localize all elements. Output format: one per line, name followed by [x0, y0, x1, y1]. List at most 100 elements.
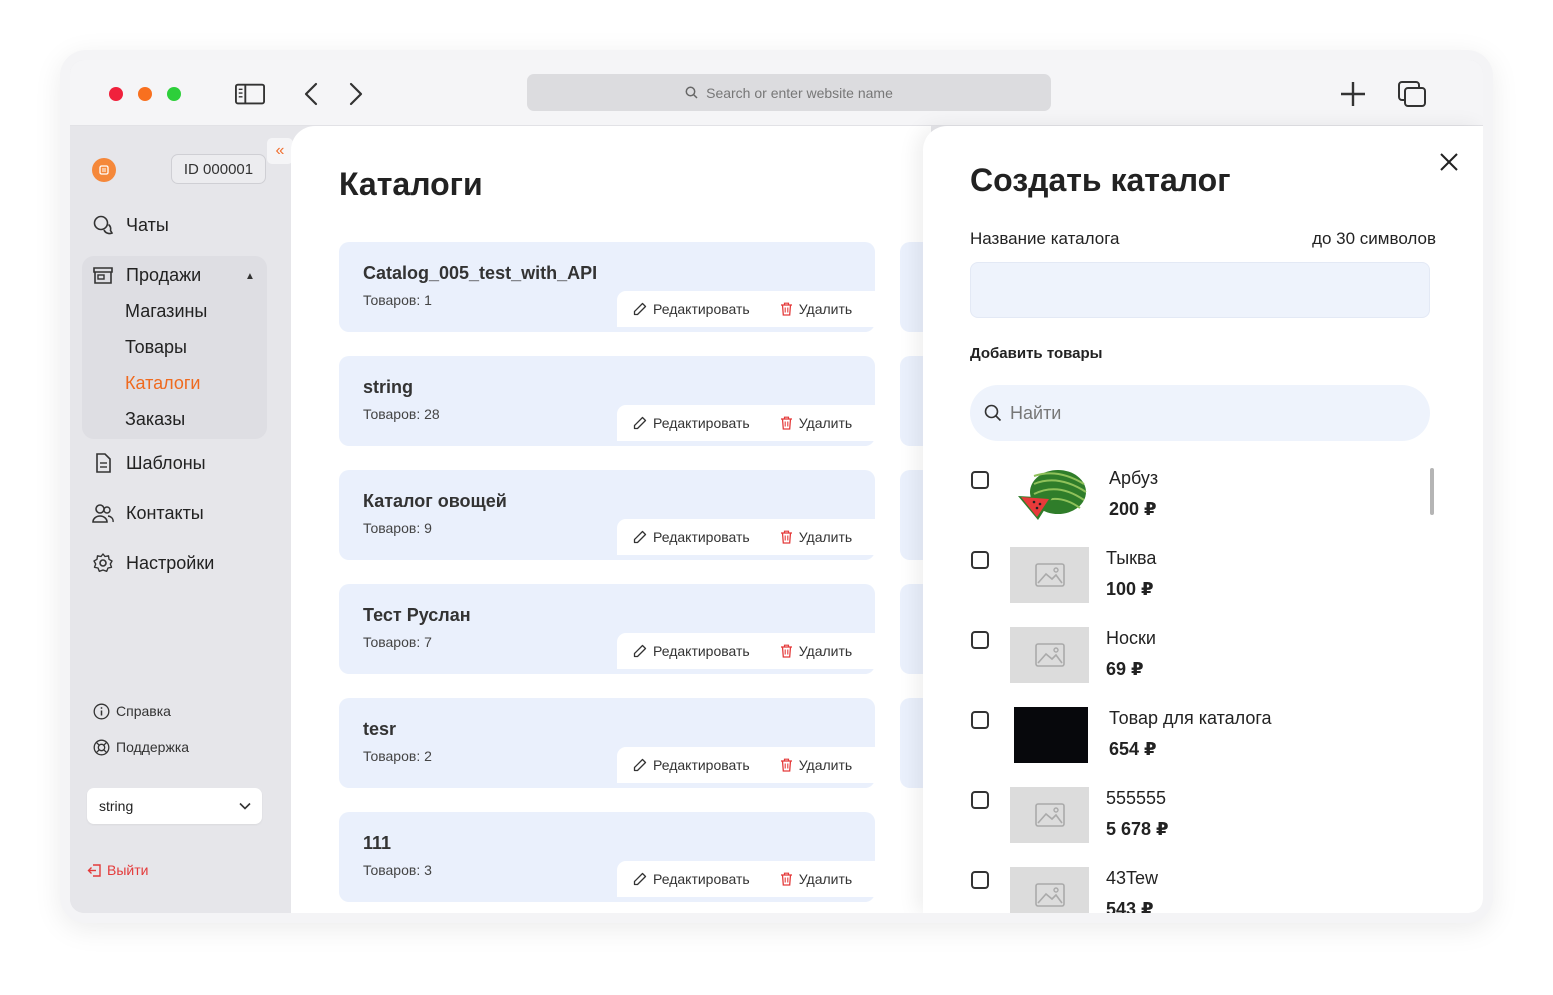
nav-settings[interactable]: Настройки: [92, 552, 214, 574]
edit-label: Редактировать: [653, 529, 750, 545]
account-id-badge: ID 000001: [171, 154, 266, 184]
nav-chats[interactable]: Чаты: [92, 214, 169, 236]
logout-label: Выйти: [107, 862, 149, 878]
nav-sales-label: Продажи: [126, 264, 202, 285]
chat-icon: [92, 214, 114, 236]
product-checkbox[interactable]: [971, 871, 989, 889]
product-name: Носки: [1106, 628, 1156, 648]
caret-up-icon[interactable]: ▲: [245, 271, 255, 282]
logout-button[interactable]: Выйти: [87, 862, 148, 878]
catalog-card[interactable]: Тест Руслан Товаров: 7 Редактировать Уда…: [339, 584, 875, 674]
watermelon-image: [1010, 467, 1089, 523]
catalog-actions: Редактировать Удалить: [617, 405, 875, 441]
collapse-sidebar-button[interactable]: «: [267, 138, 293, 164]
product-price: 543 ₽: [1106, 899, 1154, 913]
delete-button[interactable]: Удалить: [780, 301, 852, 317]
product-row[interactable]: Тыква 100 ₽: [970, 547, 1430, 617]
product-row[interactable]: 555555 5 678 ₽: [970, 787, 1430, 857]
catalogs-page: Каталоги Catalog_005_test_with_API Товар…: [291, 126, 931, 913]
catalog-card[interactable]: Catalog_005_test_with_API Товаров: 1 Ред…: [339, 242, 875, 332]
edit-button[interactable]: Редактировать: [633, 529, 750, 545]
edit-button[interactable]: Редактировать: [633, 871, 750, 887]
edit-button[interactable]: Редактировать: [633, 757, 750, 773]
product-checkbox[interactable]: [971, 471, 989, 489]
product-checkbox[interactable]: [971, 791, 989, 809]
catalog-name-label: Название каталога: [970, 229, 1120, 248]
store-icon: [92, 264, 114, 286]
delete-button[interactable]: Удалить: [780, 643, 852, 659]
workspace-select-value: string: [99, 798, 134, 814]
sidebar: ID 000001 « Чаты Продажи ▲ Магазины Това…: [70, 126, 293, 913]
catalog-actions: Редактировать Удалить: [617, 633, 875, 669]
minimize-window-button[interactable]: [138, 87, 152, 101]
new-tab-plus-icon[interactable]: [1338, 80, 1368, 108]
support-link[interactable]: Поддержка: [92, 738, 189, 756]
product-checkbox[interactable]: [971, 711, 989, 729]
edit-button[interactable]: Редактировать: [633, 415, 750, 431]
product-name: Тыква: [1106, 548, 1157, 568]
dark-image: [1014, 707, 1088, 763]
product-row[interactable]: Носки 69 ₽: [970, 627, 1430, 697]
back-arrow-icon[interactable]: [296, 80, 326, 108]
product-checkbox[interactable]: [971, 631, 989, 649]
tabs-overview-icon[interactable]: [1397, 80, 1427, 108]
close-window-button[interactable]: [109, 87, 123, 101]
forward-arrow-icon[interactable]: [341, 80, 371, 108]
delete-label: Удалить: [798, 757, 853, 773]
nav-orders[interactable]: Заказы: [125, 409, 185, 430]
nav-contacts[interactable]: Контакты: [92, 502, 204, 524]
catalog-name: Catalog_005_test_with_API: [363, 263, 598, 283]
product-row[interactable]: Арбуз 200 ₽: [970, 467, 1430, 537]
edit-label: Редактировать: [653, 643, 750, 659]
search-icon: [984, 404, 1002, 422]
edit-button[interactable]: Редактировать: [633, 301, 750, 317]
catalog-card[interactable]: Каталог овощей Товаров: 9 Редактировать …: [339, 470, 875, 560]
pencil-icon: [633, 302, 647, 316]
catalog-actions: Редактировать Удалить: [617, 861, 875, 897]
trash-icon: [780, 530, 793, 544]
nav-products[interactable]: Товары: [125, 337, 187, 358]
delete-button[interactable]: Удалить: [780, 529, 852, 545]
delete-label: Удалить: [798, 643, 853, 659]
catalog-product-count: Товаров: 28: [363, 406, 440, 422]
pencil-icon: [633, 644, 647, 658]
address-bar[interactable]: Search or enter website name: [527, 74, 1051, 111]
help-label: Справка: [116, 703, 171, 719]
catalog-product-count: Товаров: 7: [363, 634, 432, 650]
nav-sales[interactable]: Продажи: [92, 264, 201, 286]
product-price: 100 ₽: [1106, 579, 1154, 599]
catalog-card[interactable]: 111 Товаров: 3 Редактировать Удалить: [339, 812, 875, 902]
catalog-name: tesr: [363, 719, 397, 739]
product-checkbox[interactable]: [971, 551, 989, 569]
product-name: 43Tew: [1106, 868, 1159, 888]
lifebuoy-icon: [92, 738, 110, 756]
delete-button[interactable]: Удалить: [780, 415, 852, 431]
nav-shops[interactable]: Магазины: [125, 301, 207, 322]
create-catalog-panel: Создать каталог Название каталога до 30 …: [923, 126, 1483, 913]
product-search-input[interactable]: Найти: [970, 385, 1430, 441]
trash-icon: [780, 758, 793, 772]
product-list-scrollbar[interactable]: [1430, 468, 1434, 515]
catalog-name-input[interactable]: [970, 262, 1430, 318]
edit-button[interactable]: Редактировать: [633, 643, 750, 659]
nav-contacts-label: Контакты: [126, 502, 204, 523]
catalog-name: Тест Руслан: [363, 605, 471, 625]
maximize-window-button[interactable]: [167, 87, 181, 101]
edit-label: Редактировать: [653, 871, 750, 887]
nav-templates[interactable]: Шаблоны: [92, 452, 206, 474]
close-icon[interactable]: [1438, 151, 1460, 173]
product-row[interactable]: 43Tew 543 ₽: [970, 867, 1430, 913]
workspace-select[interactable]: string: [87, 788, 262, 824]
help-link[interactable]: Справка: [92, 702, 171, 720]
sidebar-toggle-icon[interactable]: [235, 80, 265, 108]
placeholder-image-icon: [1010, 547, 1089, 603]
catalog-card[interactable]: tesr Товаров: 2 Редактировать Удалить: [339, 698, 875, 788]
support-label: Поддержка: [116, 739, 190, 755]
catalog-card[interactable]: string Товаров: 28 Редактировать Удалить: [339, 356, 875, 446]
nav-catalogs[interactable]: Каталоги: [125, 373, 201, 394]
address-placeholder: Search or enter website name: [706, 84, 893, 101]
product-row[interactable]: Товар для каталога 654 ₽: [970, 707, 1430, 777]
delete-button[interactable]: Удалить: [780, 871, 852, 887]
info-icon: [92, 702, 110, 720]
delete-button[interactable]: Удалить: [780, 757, 852, 773]
